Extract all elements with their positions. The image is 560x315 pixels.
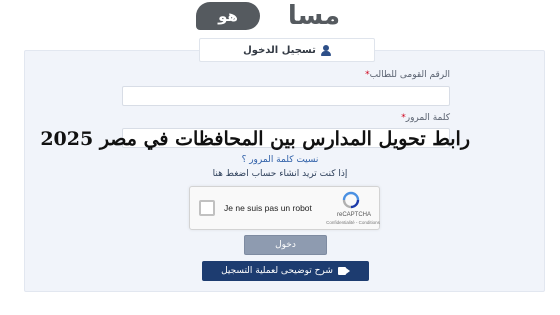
tab-login-label: تسجيل الدخول (243, 44, 316, 56)
user-icon (320, 44, 331, 56)
site-logo: هو مسا (196, 0, 362, 32)
recaptcha-logo-icon (342, 191, 360, 209)
recaptcha-label: Je ne suis pas un robot (224, 203, 312, 213)
national-id-label: الرقم القومى للطالب* (300, 70, 450, 80)
register-link[interactable]: إذا كنت تريد انشاء حساب اضغط هنا (180, 169, 380, 179)
recaptcha-widget: Je ne suis pas un robot reCAPTCHA Confid… (189, 186, 380, 230)
video-guide-button[interactable]: شرح توضيحى لعملية التسجيل (202, 261, 369, 281)
video-camera-icon (337, 267, 350, 275)
logo-bubble-text: هو (218, 7, 238, 25)
national-id-input[interactable] (122, 86, 450, 106)
recaptcha-brand: reCAPTCHA (336, 212, 371, 218)
overlay-title: رابط تحويل المدارس بين المحافظات في مصر … (40, 128, 470, 150)
tab-login[interactable]: تسجيل الدخول (199, 38, 375, 62)
forgot-password-link[interactable]: نسيت كلمة المرور ؟ (200, 155, 360, 165)
video-guide-label: شرح توضيحى لعملية التسجيل (221, 266, 333, 276)
login-button[interactable]: دخول (244, 235, 327, 255)
logo-bubble: هو (196, 2, 260, 30)
national-id-label-text: الرقم القومى للطالب (369, 70, 450, 80)
password-label: كلمة المرور* (330, 113, 450, 123)
logo-text: مسا (287, 1, 341, 31)
recaptcha-terms-link[interactable]: Confidentialité - Conditions (326, 220, 380, 225)
password-label-text: كلمة المرور (405, 113, 450, 123)
recaptcha-checkbox[interactable] (199, 200, 215, 216)
